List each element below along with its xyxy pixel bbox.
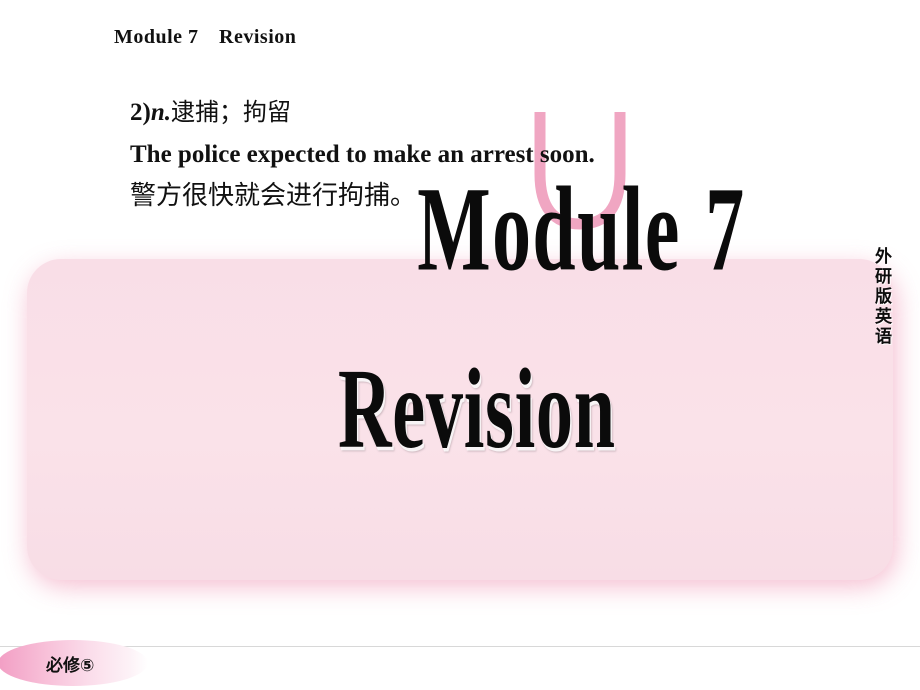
- publisher-vertical-label: 外 研 版 英 语: [875, 248, 892, 348]
- footer-badge-label: 必修⑤: [46, 656, 95, 676]
- vocab-chinese-meaning: 逮捕；拘留: [170, 98, 291, 126]
- example-sentence-english: The police expected to make an arrest so…: [130, 141, 595, 168]
- publisher-char: 外: [875, 247, 892, 267]
- publisher-char: 英: [875, 307, 892, 327]
- slide-body-text: 2)n.逮捕；拘留 The police expected to make an…: [130, 100, 770, 209]
- publisher-char: 版: [875, 287, 892, 307]
- vocab-item-number: 2): [130, 99, 151, 126]
- vocab-definition-line: 2)n.逮捕；拘留: [130, 100, 770, 125]
- publisher-char: 研: [875, 267, 892, 287]
- example-sentence-chinese: 警方很快就会进行拘捕。: [130, 181, 417, 211]
- pink-content-panel: [27, 259, 893, 580]
- page-title: Module 7 Revision: [114, 26, 297, 48]
- part-of-speech-label: n.: [150, 99, 171, 126]
- publisher-char: 语: [875, 327, 892, 347]
- slide-canvas: Module 7 Revision Module 7 Revision 2)n.逮…: [0, 0, 920, 690]
- footer-divider: [0, 646, 920, 647]
